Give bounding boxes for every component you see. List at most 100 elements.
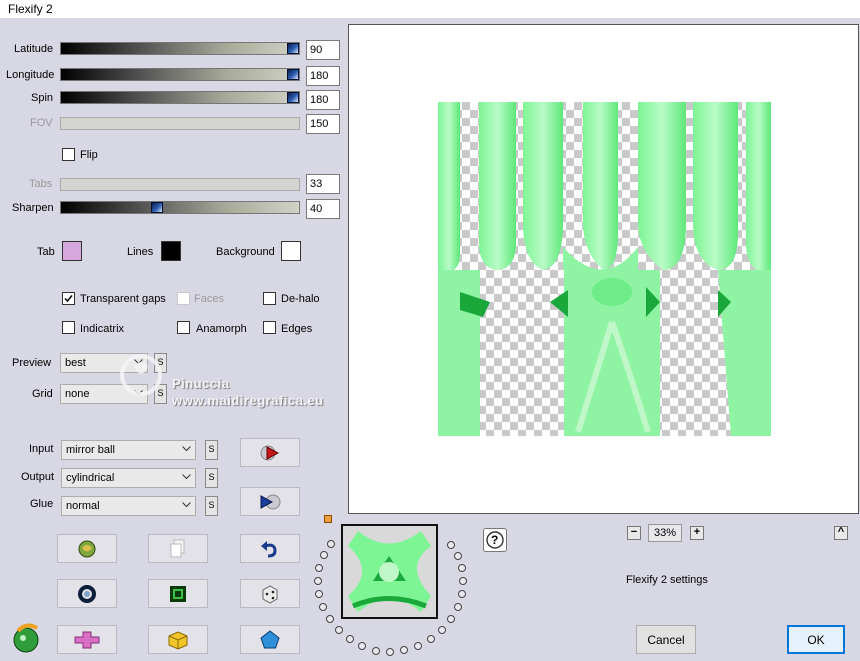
- help-button[interactable]: ?: [483, 528, 507, 552]
- indicatrix-checkbox[interactable]: [62, 321, 75, 334]
- flip-checkbox[interactable]: [62, 148, 75, 161]
- longitude-label: Longitude: [6, 69, 55, 81]
- play-icon: [260, 445, 280, 460]
- spin-thumb[interactable]: [287, 92, 299, 103]
- fast-forward-button[interactable]: [240, 487, 300, 516]
- input-select-value: mirror ball: [66, 444, 115, 456]
- spin-slider[interactable]: [60, 91, 300, 104]
- play-button[interactable]: [240, 438, 300, 467]
- randomize-icon: [78, 540, 96, 557]
- grid-select-value: none: [65, 388, 90, 400]
- pentagon-icon: [260, 629, 280, 648]
- flexify-window: Flexify 2 Latitude 90 Longitude 180 Spin…: [0, 0, 860, 661]
- ok-button[interactable]: OK: [787, 625, 845, 654]
- title-bar: Flexify 2: [0, 0, 860, 18]
- window-title: Flexify 2: [8, 2, 53, 16]
- faces-checkbox: [177, 292, 190, 305]
- dehalo-label: De-halo: [281, 293, 320, 305]
- anamorph-label: Anamorph: [196, 323, 247, 335]
- background-color-label: Background: [216, 246, 275, 258]
- glue-select-label: Glue: [30, 498, 54, 510]
- faces-label: Faces: [194, 293, 224, 305]
- navigator-dot: [459, 577, 467, 585]
- input-select[interactable]: mirror ball: [61, 440, 196, 460]
- navigator-dot: [447, 541, 455, 549]
- navigator-dot: [319, 603, 327, 611]
- navigator-dot: [454, 603, 462, 611]
- indicatrix-label: Indicatrix: [80, 323, 125, 335]
- dice-icon: [262, 584, 278, 604]
- tab-color-swatch[interactable]: [62, 241, 82, 261]
- output-select[interactable]: cylindrical: [61, 468, 196, 488]
- pentagon-button[interactable]: [240, 625, 300, 654]
- sharpen-value[interactable]: 40: [306, 199, 340, 219]
- glue-select[interactable]: normal: [61, 496, 196, 516]
- tabs-label: Tabs: [29, 178, 53, 190]
- navigator-dot: [372, 647, 380, 655]
- tab-color-label: Tab: [37, 246, 55, 258]
- undo-icon: [261, 540, 277, 557]
- latitude-thumb[interactable]: [287, 43, 299, 54]
- zoom-in-button[interactable]: +: [690, 526, 704, 540]
- navigator-dot: [315, 590, 323, 598]
- watermark-logo-icon: [120, 354, 162, 396]
- longitude-slider[interactable]: [60, 68, 300, 81]
- navigator-dot: [454, 552, 462, 560]
- preview-image: [438, 102, 771, 436]
- frame-button[interactable]: [148, 579, 208, 608]
- zoom-out-button[interactable]: −: [627, 526, 641, 540]
- navigator-dot: [427, 635, 435, 643]
- longitude-value[interactable]: 180: [306, 66, 340, 86]
- background-color-swatch[interactable]: [281, 241, 301, 261]
- app-logo-icon: [13, 623, 39, 653]
- transparent-gaps-checkbox[interactable]: [62, 292, 75, 305]
- navigator-dot: [326, 615, 334, 623]
- input-select-label: Input: [29, 443, 54, 455]
- fov-value: 150: [306, 114, 340, 134]
- tabs-value: 33: [306, 174, 340, 194]
- dice-button[interactable]: [240, 579, 300, 608]
- latitude-slider[interactable]: [60, 42, 300, 55]
- navigator-dot: [447, 615, 455, 623]
- navigator-dot: [320, 551, 328, 559]
- spin-value[interactable]: 180: [306, 90, 340, 110]
- output-s-button[interactable]: S: [205, 468, 218, 488]
- navigator-thumbnail[interactable]: [341, 524, 438, 619]
- zoom-value: 33%: [648, 524, 682, 542]
- longitude-thumb[interactable]: [287, 69, 299, 80]
- copy-icon: [170, 539, 185, 557]
- grid-select-label: Grid: [32, 388, 53, 400]
- navigator-dot: [314, 577, 322, 585]
- anamorph-checkbox[interactable]: [177, 321, 190, 334]
- cross-button[interactable]: [57, 625, 117, 654]
- navigator-dot: [358, 642, 366, 650]
- edges-checkbox[interactable]: [263, 321, 276, 334]
- navigator-dot: [346, 635, 354, 643]
- sharpen-thumb[interactable]: [151, 202, 163, 213]
- latitude-value[interactable]: 90: [306, 40, 340, 60]
- watermark-name: Pinuccia: [172, 376, 230, 391]
- glue-select-value: normal: [66, 500, 100, 512]
- chevron-down-icon: [182, 474, 191, 480]
- sharpen-slider[interactable]: [60, 201, 300, 214]
- undo-button[interactable]: [240, 534, 300, 563]
- randomize-button[interactable]: [57, 534, 117, 563]
- cancel-button[interactable]: Cancel: [636, 625, 696, 654]
- cube-button[interactable]: [148, 625, 208, 654]
- ring-button[interactable]: [57, 579, 117, 608]
- input-s-button[interactable]: S: [205, 440, 218, 460]
- watermark-site: www.maidiregrafica.eu: [172, 393, 324, 408]
- flip-label: Flip: [80, 149, 98, 161]
- preview-select-value: best: [65, 357, 86, 369]
- collapse-button[interactable]: ^: [834, 526, 848, 540]
- fov-label: FOV: [30, 117, 53, 129]
- latitude-label: Latitude: [14, 43, 54, 55]
- dehalo-checkbox[interactable]: [263, 292, 276, 305]
- preview-canvas[interactable]: [438, 102, 771, 436]
- lines-color-swatch[interactable]: [161, 241, 181, 261]
- preview-panel: [348, 24, 859, 514]
- glue-s-button[interactable]: S: [205, 496, 218, 516]
- copy-button[interactable]: [148, 534, 208, 563]
- checkmark-icon: [64, 295, 73, 303]
- navigator-dot: [458, 564, 466, 572]
